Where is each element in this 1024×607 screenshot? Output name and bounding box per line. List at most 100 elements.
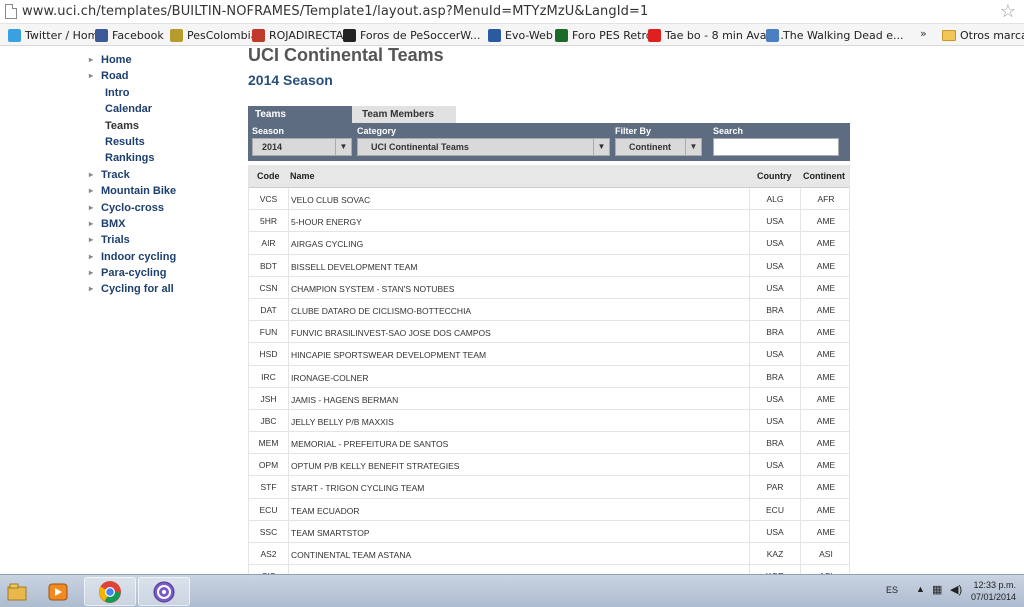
team-country: BRA	[749, 298, 801, 321]
table-header: Code Name Country Continent	[249, 165, 849, 188]
tab-team-members[interactable]: Team Members	[352, 106, 456, 124]
rojadirecta-icon	[252, 28, 265, 42]
nav-item-trials[interactable]: ▸ Trials	[88, 232, 238, 248]
table-row[interactable]: HSD HINCAPIE SPORTSWEAR DEVELOPMENT TEAM U…	[249, 343, 849, 366]
network-icon[interactable]: ▦	[932, 583, 942, 596]
team-code: IRC	[249, 365, 289, 388]
team-continent: AME	[816, 260, 836, 271]
tray-arrow-icon[interactable]: ▲	[916, 584, 925, 594]
nav-arrow-icon: ▸	[89, 235, 94, 245]
bookmark-youtube[interactable]: Tae bo - 8 min Avan...	[648, 28, 784, 42]
nav-item-home[interactable]: ▸ Home	[88, 52, 238, 68]
nav-item-label: Cyclo-cross	[101, 201, 164, 214]
other-bookmarks-label: Otros marcado	[960, 28, 1024, 42]
table-row[interactable]: CSN CHAMPION SYSTEM - STAN'S NOTUBES USA AM…	[249, 276, 849, 299]
itunes-icon[interactable]	[138, 577, 190, 606]
nav-item-cyclo-cross[interactable]: ▸ Cyclo-cross	[88, 200, 238, 216]
bookmark-label: Evo-Web	[505, 28, 553, 42]
table-row[interactable]: SSC TEAM SMARTSTOP USA AME	[249, 520, 849, 543]
url-text[interactable]: www.uci.ch/templates/BUILTIN-NOFRAMES/Te…	[22, 4, 648, 19]
table-row[interactable]: DAT CLUBE DATARO DE CICLISMO-BOTTECCHIA BR…	[249, 298, 849, 322]
language-indicator[interactable]: ES	[886, 585, 898, 595]
bookmark-facebook[interactable]: Facebook	[95, 28, 164, 42]
table-row[interactable]: VCS VELO CLUB SOVAC ALG AFR	[249, 188, 849, 211]
table-row[interactable]: JBC JELLY BELLY P/B MAXXIS USA AME	[249, 409, 849, 433]
team-name: TEAM SMARTSTOP	[291, 527, 370, 538]
nav-arrow-icon: ▸	[89, 202, 94, 212]
bookmark-evoweb[interactable]: Evo-Web	[488, 28, 553, 42]
col-continent[interactable]: Continent	[803, 171, 845, 181]
table-row[interactable]: ECU TEAM ECUADOR ECU AME	[249, 498, 849, 521]
table-row[interactable]: 5HR 5-HOUR ENERGY USA AME	[249, 210, 849, 233]
team-continent: AME	[816, 349, 836, 360]
search-input[interactable]	[713, 138, 839, 156]
table-row[interactable]: JSH JAMIS - HAGENS BERMAN USA AME	[249, 387, 849, 410]
search-label: Search	[713, 126, 744, 136]
table-row[interactable]: STF START - TRIGON CYCLING TEAM PAR AME	[249, 476, 849, 499]
nav-item-indoor-cycling[interactable]: ▸ Indoor cycling	[88, 249, 238, 265]
col-code[interactable]: Code	[257, 171, 280, 181]
volume-icon[interactable]: ◀)	[950, 583, 962, 596]
team-continent: AME	[816, 371, 836, 382]
table-row[interactable]: FUN FUNVIC BRASILINVEST-SAO JOSE DOS CAMP…	[249, 321, 849, 344]
nav-item-intro[interactable]: Intro	[88, 85, 238, 101]
tab-teams[interactable]: Teams	[248, 106, 352, 124]
team-continent: ASI	[819, 549, 833, 559]
team-country: USA	[749, 343, 801, 366]
other-bookmarks-folder[interactable]: Otros marcado	[942, 28, 1024, 42]
page-icon	[5, 4, 17, 19]
season-select[interactable]: 2014 ▼	[252, 138, 352, 156]
table-row[interactable]: OPM OPTUM P/B KELLY BENEFIT STRATEGIES USA…	[249, 454, 849, 477]
nav-item-label: Calendar	[105, 103, 153, 116]
nav-item-teams[interactable]: Teams	[88, 118, 238, 134]
nav-item-para-cycling[interactable]: ▸ Para-cycling	[88, 265, 238, 281]
tabs: Teams Team Members	[248, 106, 456, 124]
bookmark-pesoccer[interactable]: Foros de PeSoccerW...	[343, 28, 480, 42]
address-bar[interactable]: www.uci.ch/templates/BUILTIN-NOFRAMES/Te…	[0, 0, 1024, 24]
bookmark-pescolombia[interactable]: PesColombia	[170, 28, 257, 42]
table-row[interactable]: AIR AIRGAS CYCLING USA AME	[249, 232, 849, 255]
nav-item-results[interactable]: Results	[88, 134, 238, 150]
clock[interactable]: 12:33 p.m. 07/01/2014	[971, 579, 1016, 603]
nav-item-road[interactable]: ▸ Road	[88, 68, 238, 84]
team-name: JELLY BELLY P/B MAXXIS	[291, 416, 394, 427]
left-nav: ▸ Home ▸ Road Intro Calendar Teams Results Ranki…	[88, 52, 238, 298]
team-name: CHAMPION SYSTEM - STAN'S NOTUBES	[291, 283, 455, 294]
team-country: USA	[749, 409, 801, 432]
table-row[interactable]: BDT BISSELL DEVELOPMENT TEAM USA AME	[249, 254, 849, 277]
team-continent: AFR	[817, 194, 835, 204]
team-country: KAZ	[749, 543, 801, 565]
bookmark-pesretro[interactable]: Foro PES Retro	[555, 28, 652, 42]
team-continent: AME	[816, 327, 836, 338]
nav-item-mountain-bike[interactable]: ▸ Mountain Bike	[88, 183, 238, 199]
table-row[interactable]: CISCHUNSAN INSAM CELLOKORASI	[249, 565, 849, 574]
table-row[interactable]: AS2 CONTINENTAL TEAM ASTANA KAZ ASI	[249, 543, 849, 566]
bookmark-label: PesColombia	[187, 28, 258, 42]
page-title: UCI Continental Teams	[248, 45, 444, 65]
team-code: CSN	[249, 276, 289, 299]
bookmarks-more-button[interactable]: »	[920, 27, 927, 40]
bookmark-walkingdead[interactable]: The Walking Dead e...	[766, 28, 904, 42]
bookmark-rojadirecta[interactable]: ROJADIRECTA	[252, 28, 343, 42]
team-country: BRA	[749, 432, 801, 455]
col-country[interactable]: Country	[757, 171, 792, 181]
bookmark-twitter[interactable]: Twitter / Home	[8, 28, 105, 42]
chrome-icon[interactable]	[84, 577, 136, 606]
nav-item-rankings[interactable]: Rankings	[88, 150, 238, 166]
filterby-select[interactable]: Continent ▼	[615, 138, 702, 156]
teams-table: Code Name Country Continent VCS VELO CLUB…	[248, 165, 850, 574]
nav-arrow-icon: ▸	[89, 268, 94, 278]
nav-item-track[interactable]: ▸ Track	[88, 167, 238, 183]
media-player-icon[interactable]	[36, 577, 80, 606]
table-row[interactable]: MEM MEMORIAL - PREFEITURA DE SANTOS BRA AME	[249, 432, 849, 455]
nav-item-label: Rankings	[105, 152, 155, 165]
nav-item-cycling-for-all[interactable]: ▸ Cycling for all	[88, 281, 238, 297]
nav-item-calendar[interactable]: Calendar	[88, 101, 238, 117]
bookmark-star-icon[interactable]: ☆	[1000, 1, 1016, 22]
col-name[interactable]: Name	[290, 171, 315, 181]
team-name: IRONAGE-COLNER	[291, 372, 369, 383]
nav-item-bmx[interactable]: ▸ BMX	[88, 216, 238, 232]
category-select[interactable]: UCI Continental Teams ▼	[357, 138, 610, 156]
libraries-icon[interactable]	[0, 577, 34, 606]
table-row[interactable]: IRC IRONAGE-COLNER BRA AME	[249, 365, 849, 388]
